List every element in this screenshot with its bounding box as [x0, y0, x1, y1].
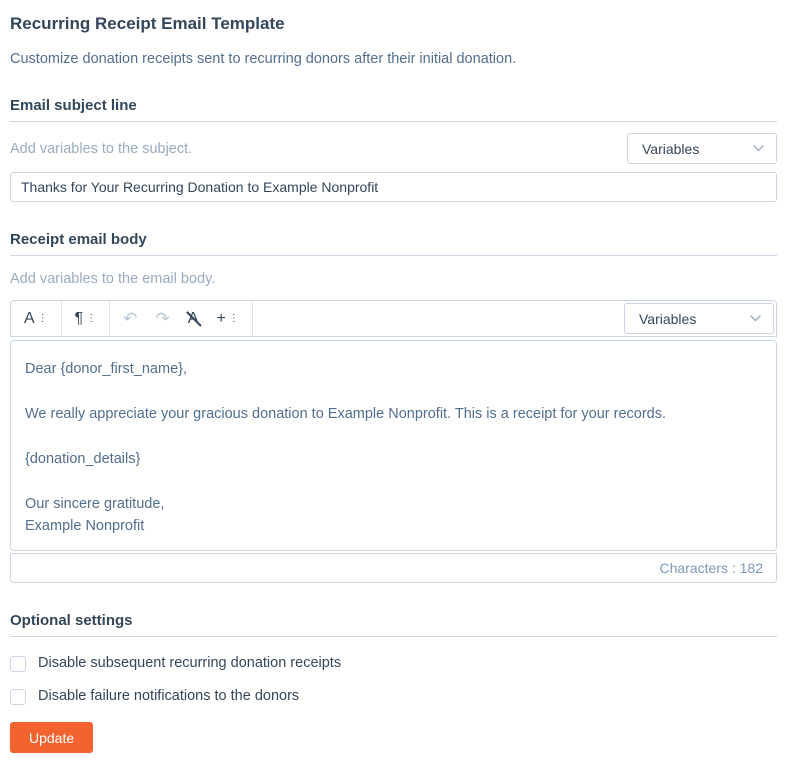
disable-failure-notifications-checkbox[interactable] — [10, 689, 26, 705]
body-section-heading: Receipt email body — [10, 231, 777, 256]
disable-recurring-receipts-row[interactable]: Disable subsequent recurring donation re… — [10, 655, 777, 672]
update-button[interactable]: Update — [10, 722, 93, 753]
disable-recurring-receipts-checkbox[interactable] — [10, 656, 26, 672]
ellipsis-icon: ⋮ — [38, 314, 48, 324]
checkbox-label: Disable failure notifications to the don… — [38, 688, 299, 705]
editor-toolbar: A ⋮ ¶ ⋮ ↶ ↷ A — [10, 300, 777, 337]
body-variables-dropdown-label: Variables — [639, 311, 696, 327]
ellipsis-icon: ⋮ — [86, 314, 96, 324]
subject-helper-text: Add variables to the subject. — [10, 141, 192, 157]
font-styles-button[interactable]: A ⋮ — [15, 301, 57, 336]
subject-helper-row: Add variables to the subject. Variables — [10, 133, 777, 164]
subject-variables-dropdown[interactable]: Variables — [627, 133, 777, 164]
editor-paragraph: Our sincere gratitude, — [25, 493, 762, 515]
paragraph-format-button[interactable]: ¶ ⋮ — [66, 301, 106, 336]
editor-paragraph: {donation_details} — [25, 448, 762, 470]
editor-paragraph: We really appreciate your gracious donat… — [25, 403, 762, 425]
undo-icon: ↶ — [123, 310, 137, 327]
subject-section-heading: Email subject line — [10, 97, 777, 122]
chevron-down-icon — [753, 145, 764, 152]
body-helper-text: Add variables to the email body. — [10, 271, 777, 287]
clear-formatting-button[interactable]: A — [179, 301, 208, 336]
ellipsis-icon: ⋮ — [229, 314, 239, 324]
redo-button[interactable]: ↷ — [147, 301, 179, 336]
character-count: Characters : 182 — [660, 560, 764, 576]
editor-statusbar: Characters : 182 — [10, 553, 777, 583]
page-subtitle: Customize donation receipts sent to recu… — [10, 50, 777, 68]
editor-paragraph: Dear {donor_first_name}, — [25, 358, 762, 380]
toolbar-spacer — [253, 301, 624, 336]
checkbox-label: Disable subsequent recurring donation re… — [38, 655, 341, 672]
recurring-receipt-template-page: Recurring Receipt Email Template Customi… — [0, 0, 800, 753]
font-styles-icon: A — [24, 311, 35, 327]
font-styles-group: A ⋮ — [11, 301, 62, 336]
chevron-down-icon — [750, 315, 761, 322]
clear-formatting-icon: A — [188, 311, 199, 327]
redo-icon: ↷ — [156, 310, 170, 327]
insert-icon: + — [216, 311, 225, 327]
undo-button[interactable]: ↶ — [114, 301, 146, 336]
subject-variables-dropdown-label: Variables — [642, 141, 699, 157]
page-title: Recurring Receipt Email Template — [10, 13, 777, 34]
editor-paragraph: Example Nonprofit — [25, 515, 762, 537]
disable-failure-notifications-row[interactable]: Disable failure notifications to the don… — [10, 688, 777, 705]
optional-settings-heading: Optional settings — [10, 612, 777, 637]
subject-input[interactable] — [10, 172, 777, 202]
paragraph-icon: ¶ — [75, 311, 84, 327]
rich-text-editor: A ⋮ ¶ ⋮ ↶ ↷ A — [10, 300, 777, 583]
email-body-editor[interactable]: Dear {donor_first_name}, We really appre… — [10, 340, 777, 551]
editing-group: ↶ ↷ A + ⋮ — [110, 301, 253, 336]
paragraph-group: ¶ ⋮ — [62, 301, 111, 336]
insert-button[interactable]: + ⋮ — [207, 301, 247, 336]
body-variables-dropdown[interactable]: Variables — [624, 303, 774, 334]
